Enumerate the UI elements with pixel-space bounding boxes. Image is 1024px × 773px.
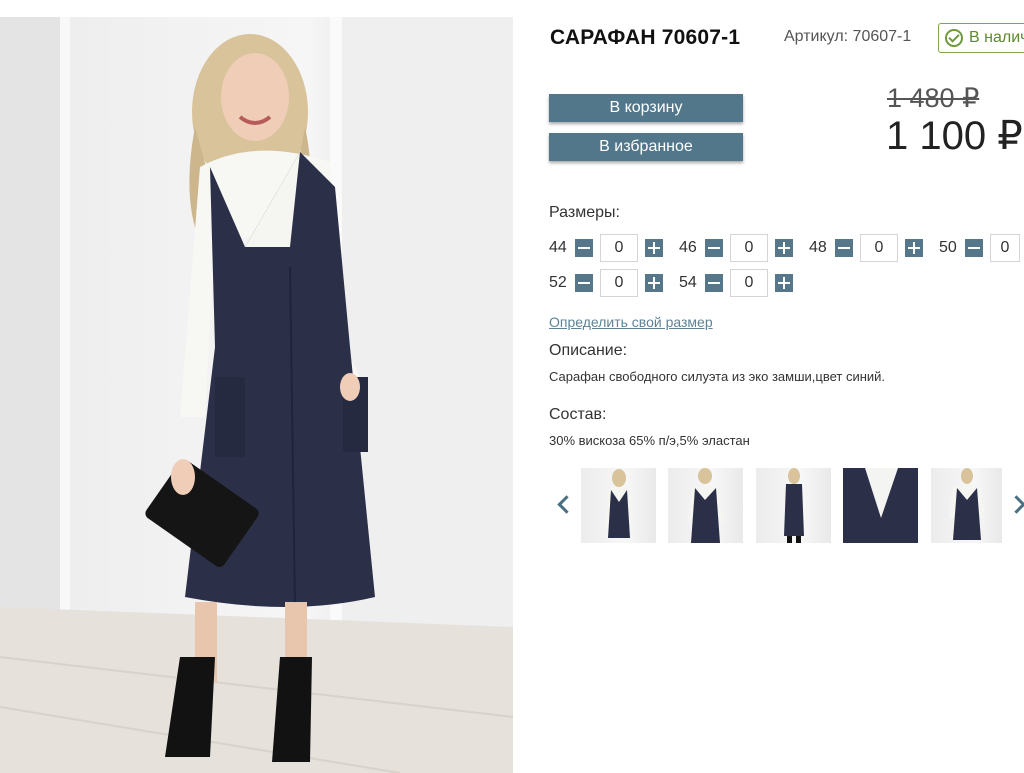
minus-icon[interactable] — [705, 274, 723, 292]
minus-icon[interactable] — [705, 239, 723, 257]
quantity-input-48[interactable] — [860, 234, 898, 262]
thumbnail-4[interactable] — [843, 468, 918, 543]
product-main-photo[interactable] — [0, 17, 513, 773]
thumbnail-3[interactable] — [756, 468, 831, 543]
check-circle-icon — [945, 29, 963, 47]
minus-icon[interactable] — [965, 239, 983, 257]
stock-badge: В наличии — [938, 23, 1024, 53]
composition-label: Состав: — [549, 406, 607, 423]
plus-icon[interactable] — [775, 239, 793, 257]
add-to-favorites-button[interactable]: В избранное — [549, 133, 743, 161]
size-row-48: 48 — [809, 234, 923, 262]
size-row-50: 50 — [939, 234, 1020, 262]
chevron-left-icon[interactable] — [556, 492, 572, 518]
description-text: Сарафан свободного силуэта из эко замши,… — [549, 369, 886, 384]
quantity-input-54[interactable] — [730, 269, 768, 297]
old-price: 1 480 ₽ — [887, 83, 980, 113]
current-price: 1 100 ₽ — [886, 114, 1023, 158]
description-label: Описание: — [549, 342, 628, 359]
plus-icon[interactable] — [775, 274, 793, 292]
thumbnail-2[interactable] — [668, 468, 743, 543]
stock-label: В наличии — [969, 29, 1024, 46]
size-row-54: 54 — [679, 269, 793, 297]
sizes-label: Размеры: — [549, 204, 620, 221]
minus-icon[interactable] — [835, 239, 853, 257]
size-guide-link[interactable]: Определить свой размер — [549, 314, 713, 330]
composition-text: 30% вискоза 65% п/э,5% эластан — [549, 433, 750, 448]
size-number: 44 — [549, 239, 567, 256]
plus-icon[interactable] — [645, 274, 663, 292]
quantity-input-52[interactable] — [600, 269, 638, 297]
size-number: 52 — [549, 274, 567, 291]
quantity-input-50[interactable] — [990, 234, 1020, 262]
quantity-input-44[interactable] — [600, 234, 638, 262]
size-number: 46 — [679, 239, 697, 256]
size-row-52: 52 — [549, 269, 663, 297]
size-row-44: 44 — [549, 234, 663, 262]
product-sku: Артикул: 70607-1 — [784, 28, 912, 45]
plus-icon[interactable] — [905, 239, 923, 257]
plus-icon[interactable] — [645, 239, 663, 257]
size-number: 54 — [679, 274, 697, 291]
size-number: 48 — [809, 239, 827, 256]
chevron-right-icon[interactable] — [1010, 492, 1024, 518]
thumbnail-5[interactable] — [931, 468, 1002, 543]
size-row-46: 46 — [679, 234, 793, 262]
size-number: 50 — [939, 239, 957, 256]
minus-icon[interactable] — [575, 274, 593, 292]
product-title: САРАФАН 70607-1 — [550, 26, 741, 49]
quantity-input-46[interactable] — [730, 234, 768, 262]
thumbnail-1[interactable] — [581, 468, 656, 543]
minus-icon[interactable] — [575, 239, 593, 257]
add-to-cart-button[interactable]: В корзину — [549, 94, 743, 122]
